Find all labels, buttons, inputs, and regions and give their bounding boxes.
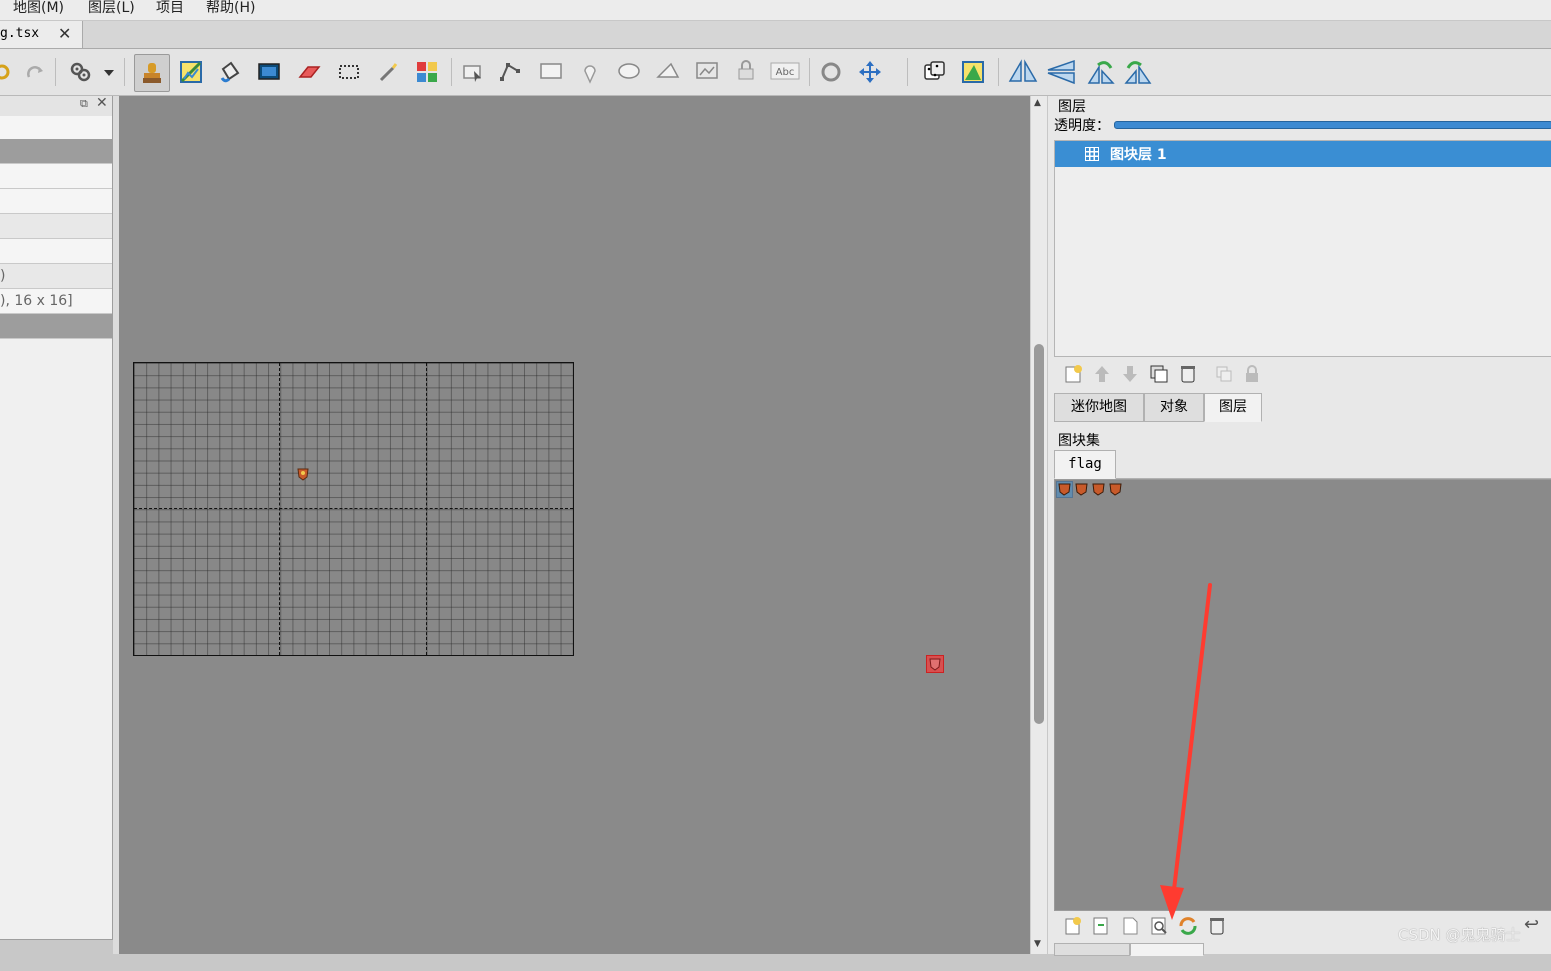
flag-tile-icon: [297, 468, 309, 481]
property-row[interactable]: [0, 189, 112, 214]
float-panel-icon[interactable]: ⧉: [80, 97, 88, 111]
property-row[interactable]: [0, 116, 112, 141]
tileset-view[interactable]: [1054, 479, 1551, 911]
flag-tiles-strip: [1056, 481, 1122, 498]
map-canvas[interactable]: [119, 96, 1030, 954]
tile-stamp-cursor: [926, 655, 944, 673]
shape-fill-icon[interactable]: [256, 59, 282, 85]
menu-bar: 地图(M) 图层(L) 项目 帮助(H): [0, 0, 1551, 21]
rotate-icon[interactable]: [818, 59, 844, 85]
property-row[interactable]: [0, 164, 112, 189]
raise-layer-icon[interactable]: [1091, 363, 1113, 385]
rect-select-icon[interactable]: [336, 59, 362, 85]
flip-vertical-icon[interactable]: [1046, 59, 1076, 85]
tile-map-grid[interactable]: [133, 362, 574, 656]
tilesets-panel-title: 图块集: [1058, 433, 1100, 449]
insert-point-icon[interactable]: [577, 59, 603, 85]
lower-layer-icon[interactable]: [1119, 363, 1141, 385]
document-tab-label: g.tsx: [0, 26, 40, 41]
lock-layer-icon[interactable]: [1241, 363, 1263, 385]
edit-polygons-icon[interactable]: [498, 59, 524, 85]
select-objects-icon[interactable]: [460, 59, 486, 85]
scrollbar-thumb[interactable]: [1034, 344, 1044, 724]
opacity-label: 透明度：: [1054, 118, 1110, 134]
layers-panel-title: 图层: [1058, 99, 1086, 115]
insert-template-icon[interactable]: [733, 59, 759, 85]
property-group-row[interactable]: [0, 314, 112, 339]
select-same-tile-icon[interactable]: [414, 59, 440, 85]
rotate-left-icon[interactable]: [1086, 59, 1116, 85]
remove-tileset-icon[interactable]: [1206, 915, 1228, 937]
new-tileset-icon[interactable]: [1062, 915, 1084, 937]
export-tileset-icon[interactable]: [1119, 915, 1141, 937]
new-layer-icon[interactable]: [1063, 363, 1085, 385]
toggle-visibility-icon[interactable]: [1213, 363, 1235, 385]
magic-wand-icon[interactable]: [375, 59, 401, 85]
import-tileset-icon[interactable]: [1090, 915, 1112, 937]
right-dock: 图层 透明度： 图块层 1 迷你地图 对象 图层 图块集 flag ↩: [1048, 96, 1551, 956]
property-row[interactable]: [0, 214, 112, 239]
terrain-brush-icon[interactable]: [178, 59, 204, 85]
undo-icon[interactable]: [0, 59, 18, 85]
replace-tileset-icon[interactable]: [1177, 915, 1199, 937]
automapping-icon[interactable]: [68, 59, 94, 85]
layer-row[interactable]: 图块层 1: [1055, 141, 1551, 167]
tab-minimap[interactable]: 迷你地图: [1054, 393, 1144, 422]
layer-name: 图块层 1: [1110, 147, 1167, 163]
scroll-up-icon[interactable]: ▲: [1034, 98, 1041, 108]
menu-help[interactable]: 帮助(H): [206, 0, 255, 17]
tab-bottom-1[interactable]: [1054, 943, 1130, 956]
eraser-icon[interactable]: [296, 59, 322, 85]
scroll-down-icon[interactable]: ▼: [1034, 939, 1041, 949]
flag-tile-icon: [929, 658, 941, 671]
rotate-right-icon[interactable]: [1123, 59, 1153, 85]
insert-ellipse-icon[interactable]: [616, 59, 642, 85]
random-mode-icon[interactable]: [921, 59, 947, 85]
dropdown-icon[interactable]: [96, 59, 114, 85]
tab-bottom-2[interactable]: [1130, 943, 1204, 956]
close-tab-icon[interactable]: ✕: [58, 24, 71, 43]
tab-objects[interactable]: 对象: [1144, 393, 1204, 422]
map-vertical-scrollbar[interactable]: ▲ ▼: [1030, 96, 1047, 954]
tileset-tabs: flag: [1054, 450, 1551, 479]
insert-tile-icon[interactable]: [694, 59, 720, 85]
edit-tileset-icon[interactable]: [1148, 915, 1170, 937]
watermark-text: CSDN @鬼鬼骑士: [1398, 926, 1521, 944]
dock-tabs: 迷你地图 对象 图层: [1054, 393, 1551, 422]
flip-horizontal-icon[interactable]: [1008, 59, 1038, 85]
redo-icon[interactable]: [22, 59, 48, 85]
move-icon[interactable]: [857, 59, 883, 85]
svg-text:Abc: Abc: [776, 67, 795, 78]
menu-layer[interactable]: 图层(L): [88, 0, 135, 17]
stamp-brush-icon[interactable]: [134, 54, 170, 92]
document-tab-bar: g.tsx ✕: [0, 21, 1551, 49]
properties-panel: ⧉ ✕ ) ), 16 x 16]: [0, 95, 113, 940]
insert-rectangle-icon[interactable]: [538, 59, 564, 85]
bucket-fill-icon[interactable]: [217, 59, 243, 85]
dock-return-icon[interactable]: ↩: [1524, 914, 1539, 935]
properties-panel-header: ⧉ ✕: [0, 95, 112, 116]
insert-polygon-icon[interactable]: [655, 59, 681, 85]
property-group-row[interactable]: [0, 139, 112, 164]
menu-project[interactable]: 项目: [156, 0, 184, 17]
delete-layer-icon[interactable]: [1177, 363, 1199, 385]
insert-text-icon[interactable]: Abc: [770, 59, 800, 85]
duplicate-layer-icon[interactable]: [1148, 363, 1170, 385]
wang-fill-icon[interactable]: [960, 59, 986, 85]
main-toolbar: Abc: [0, 49, 1551, 96]
menu-map[interactable]: 地图(M): [13, 0, 64, 17]
bottom-dock-tabs: [1054, 943, 1551, 971]
document-tab[interactable]: g.tsx ✕: [0, 21, 83, 48]
close-panel-icon[interactable]: ✕: [96, 95, 108, 111]
opacity-slider[interactable]: [1114, 121, 1551, 129]
property-row[interactable]: ): [0, 264, 112, 289]
tile-layer-icon: [1085, 147, 1099, 161]
property-row[interactable]: ), 16 x 16]: [0, 289, 112, 314]
property-row[interactable]: [0, 239, 112, 264]
layer-list[interactable]: 图块层 1: [1054, 140, 1551, 357]
tab-flag-tileset[interactable]: flag: [1054, 450, 1116, 479]
tab-layers[interactable]: 图层: [1204, 393, 1262, 422]
